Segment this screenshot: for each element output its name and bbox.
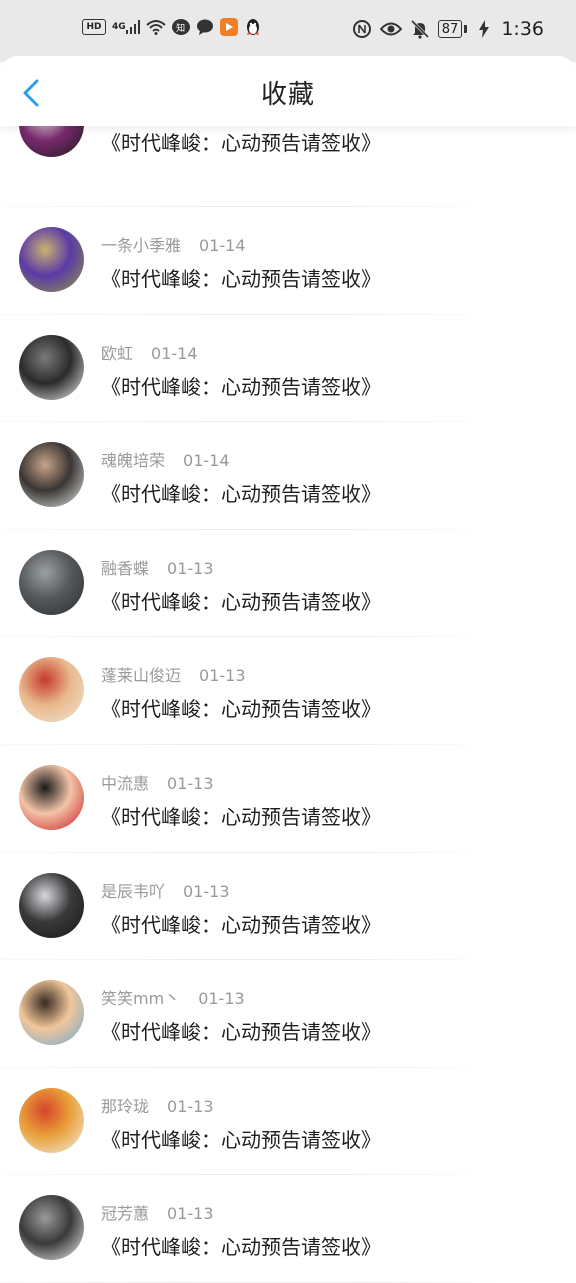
favorite-title[interactable]: 《时代峰峻：心动预告请签收》: [101, 693, 381, 722]
favorite-title[interactable]: 《时代峰峻：心动预告请签收》: [101, 127, 381, 156]
avatar[interactable]: [19, 334, 84, 400]
favorite-title[interactable]: 《时代峰峻：心动预告请签收》: [101, 909, 381, 938]
favorite-title[interactable]: 《时代峰峻：心动预告请签收》: [101, 478, 381, 507]
avatar[interactable]: [19, 1087, 84, 1153]
date: 01-13: [167, 558, 214, 578]
avatar[interactable]: [19, 872, 84, 938]
orange-app-icon: [219, 18, 238, 36]
date: 01-13: [183, 881, 230, 901]
favorite-title[interactable]: 《时代峰峻：心动预告请签收》: [101, 1231, 381, 1260]
username: 融香蝶: [101, 558, 150, 578]
charging-icon: [475, 20, 493, 38]
favorite-title[interactable]: 《时代峰峻：心动预告请签收》: [101, 586, 381, 615]
status-bar: HD 4G 知 87 1:36: [0, 0, 576, 62]
status-left-icons: HD 4G 知: [82, 18, 262, 36]
username: 欧虹: [101, 343, 134, 363]
favorite-title[interactable]: 《时代峰峻：心动预告请签收》: [101, 1124, 381, 1153]
status-right-icons: 87 1:36: [352, 18, 544, 40]
item-meta: 魂魄培荣 01-14: [101, 447, 230, 471]
item-meta: 冠芳蕙 01-13: [101, 1200, 214, 1224]
item-meta: 一条小季雅 01-14: [101, 232, 246, 256]
date: 01-13: [167, 773, 214, 793]
list-item[interactable]: 是辰韦吖 01-13 《时代峰峻：心动预告请签收》: [0, 853, 576, 961]
favorite-title[interactable]: 《时代峰峻：心动预告请签收》: [101, 263, 381, 292]
date: 01-13: [167, 1204, 214, 1224]
page-title: 收藏: [260, 80, 315, 110]
avatar[interactable]: [19, 764, 84, 830]
date: 01-13: [167, 1096, 214, 1116]
date: 01-13: [198, 989, 245, 1009]
favorite-title[interactable]: 《时代峰峻：心动预告请签收》: [101, 801, 381, 830]
date: 01-14: [183, 451, 230, 471]
wifi-icon: [145, 18, 166, 36]
list-item[interactable]: 魂魄培荣 01-14 《时代峰峻：心动预告请签收》: [0, 422, 576, 530]
date: 01-13: [199, 666, 246, 686]
username: 是辰韦吖: [101, 881, 166, 901]
list-item[interactable]: 中流惠 01-13 《时代峰峻：心动预告请签收》: [0, 745, 576, 853]
avatar[interactable]: [19, 442, 84, 508]
item-meta: 欧虹 01-14: [101, 340, 198, 364]
date: 01-14: [151, 343, 198, 363]
list-item[interactable]: 那玲珑 01-13 《时代峰峻：心动预告请签收》: [0, 1068, 576, 1176]
signal-label: 4G: [112, 22, 126, 32]
avatar[interactable]: [19, 657, 84, 723]
item-meta: 是辰韦吖 01-13: [101, 878, 230, 902]
item-meta: 笑笑mm丶 01-13: [101, 985, 245, 1009]
mute-bell-icon: [410, 19, 430, 39]
item-meta: 那玲珑 01-13: [101, 1093, 214, 1117]
favorite-title[interactable]: 《时代峰峻：心动预告请签收》: [101, 371, 381, 400]
avatar[interactable]: [19, 227, 84, 292]
item-meta: 中流惠 01-13: [101, 770, 214, 794]
avatar[interactable]: [19, 980, 84, 1046]
list-item[interactable]: 冠芳蕙 01-13 《时代峰峻：心动预告请签收》: [0, 1175, 576, 1283]
item-meta: 蓬莱山俊迈 01-13: [101, 662, 246, 686]
username: 蓬莱山俊迈: [101, 666, 182, 686]
favorite-title[interactable]: 《时代峰峻：心动预告请签收》: [101, 1016, 381, 1045]
favorites-list: 终幕嫣然01-14《时代峰峻：心动预告请签收》一条小季雅01-14《时代峰峻：心…: [0, 92, 576, 1283]
qq-penguin-icon: [244, 18, 262, 36]
username: 一条小季雅: [101, 236, 182, 255]
username: 中流惠: [101, 773, 150, 793]
chat-bubble-icon: [196, 18, 214, 36]
item-meta: 融香蝶 01-13: [101, 555, 214, 579]
list-item[interactable]: 蓬莱山俊迈 01-13 《时代峰峻：心动预告请签收》: [0, 637, 576, 745]
username: 魂魄培荣: [101, 451, 166, 471]
battery-icon: 87: [437, 20, 463, 38]
eye-icon: [379, 20, 402, 38]
username: 冠芳蕙: [101, 1204, 150, 1224]
clock-time: 1:36: [501, 18, 544, 40]
avatar[interactable]: [19, 1195, 84, 1261]
battery-tip: [464, 25, 468, 33]
username: 那玲珑: [101, 1096, 150, 1116]
hd-icon: HD: [82, 19, 106, 35]
list-item[interactable]: 笑笑mm丶 01-13 《时代峰峻：心动预告请签收》: [0, 960, 576, 1068]
date: 01-14: [199, 236, 246, 255]
list-item[interactable]: 一条小季雅 01-14 《时代峰峻：心动预告请签收》: [0, 207, 576, 315]
page-header: 收藏: [0, 56, 576, 126]
list-item[interactable]: 融香蝶 01-13 《时代峰峻：心动预告请签收》: [0, 530, 576, 638]
avatar[interactable]: [19, 549, 84, 615]
nfc-icon: [352, 20, 372, 38]
list-item[interactable]: 欧虹 01-14 《时代峰峻：心动预告请签收》: [0, 315, 576, 423]
username: 笑笑mm丶: [101, 989, 181, 1009]
zhihu-icon: 知: [171, 19, 190, 35]
4g-signal-icon: 4G: [112, 18, 140, 36]
